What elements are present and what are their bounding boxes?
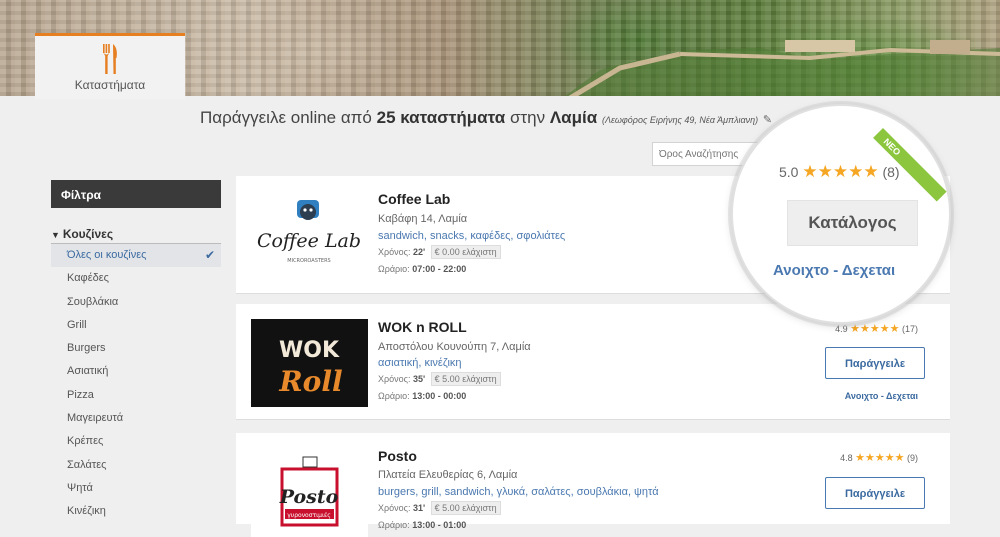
delivery-time: Χρόνος: 22' € 0.00 ελάχιστη — [378, 245, 501, 259]
store-name[interactable]: WOK n ROLL — [378, 319, 467, 335]
delivery-time: Χρόνος: 35' € 5.00 ελάχιστη — [378, 372, 501, 386]
logo-subtitle: MICROROASTERS — [287, 258, 330, 264]
rating-value: 4.8 — [840, 453, 853, 463]
store-count: 25 καταστήματα — [376, 108, 506, 127]
review-count: (8) — [882, 164, 900, 180]
star-rating-icon: ★★★★★ — [855, 452, 905, 464]
order-button[interactable]: Παράγγειλε — [825, 477, 925, 509]
delivery-address: (Λεωφόρος Ειρήνης 49, Νέα Άμπλιανη) — [601, 115, 759, 125]
store-name[interactable]: Posto — [378, 448, 417, 464]
cuisines-title: Κουζίνες — [62, 227, 114, 241]
edit-address-pencil-icon[interactable]: ✎ — [763, 114, 772, 126]
cuisine-item-grilled[interactable]: Ψητά — [51, 477, 221, 500]
cuisine-item-souvlaki[interactable]: Σουβλάκια — [51, 291, 221, 314]
rating-value: 4.9 — [835, 324, 848, 334]
coffee-lab-logo[interactable]: Coffee Lab MICROROASTERS — [251, 190, 368, 280]
logo-subtitle: γυρονοστιμιές — [287, 512, 331, 519]
page-headline: Παράγγειλε online από 25 καταστήματα στη… — [200, 108, 772, 128]
logo-word-1: WOK — [279, 338, 340, 363]
cuisines-header[interactable]: ▼ Κουζίνες — [51, 227, 221, 244]
logo-word-1: Coffee — [257, 230, 319, 252]
magnifier-callout: NEO 5.0 ★★★★★ (8) Κατάλογος Ανοιχτο - Δε… — [733, 106, 949, 322]
svg-text:Coffee Lab: Coffee Lab — [257, 230, 361, 252]
logo-word-2: Lab — [324, 230, 361, 252]
cuisine-item-label: Όλες οι κουζίνες — [67, 249, 147, 261]
store-rating: 5.0 ★★★★★ (8) — [779, 162, 900, 182]
store-name[interactable]: Coffee Lab — [378, 191, 450, 207]
cuisine-item-asian[interactable]: Ασιατική — [51, 360, 221, 383]
cuisine-item-pizza[interactable]: Pizza — [51, 384, 221, 407]
time-label: Χρόνος: — [378, 503, 411, 513]
logo-word-1: Posto — [279, 486, 339, 508]
opening-hours: Ωράριο: 07:00 - 22:00 — [378, 264, 466, 274]
filters-header: Φίλτρα — [51, 180, 221, 208]
store-tags: burgers, grill, sandwich, γλυκά, σαλάτες… — [378, 486, 659, 498]
logo-word-2: Roll — [278, 365, 342, 398]
cuisine-item-coffee[interactable]: Καφέδες — [51, 267, 221, 290]
min-order-badge: € 0.00 ελάχιστη — [430, 245, 501, 259]
cuisine-item-all[interactable]: Όλες οι κουζίνες ✔ — [51, 244, 221, 268]
opening-hours: Ωράριο: 13:00 - 01:00 — [378, 520, 466, 530]
open-status: Ανοιχτο - Δεχεται — [844, 391, 918, 401]
time-label: Χρόνος: — [378, 247, 411, 257]
cuisine-item-chinese[interactable]: Κινέζικη — [51, 500, 221, 523]
cuisine-item-salads[interactable]: Σαλάτες — [51, 454, 221, 477]
time-label: Χρόνος: — [378, 374, 411, 384]
cuisine-item-crepes[interactable]: Κρέπες — [51, 430, 221, 453]
cuisine-filter-list: Όλες οι κουζίνες ✔ Καφέδες Σουβλάκια Gri… — [51, 244, 221, 524]
opening-hours: Ωράριο: 13:00 - 00:00 — [378, 391, 466, 401]
store-address: Καβάφη 14, Λαμία — [378, 213, 468, 225]
time-value: 31' — [413, 503, 426, 513]
checkmark-icon: ✔ — [204, 248, 215, 262]
time-value: 35' — [413, 374, 426, 384]
castle-wall-illustration — [565, 40, 1000, 96]
store-address: Αποστόλου Κουνούπη 7, Λαμία — [378, 341, 531, 353]
hours-label: Ωράριο: — [378, 391, 410, 401]
store-rating: 4.8 ★★★★★ (9) — [840, 451, 918, 464]
review-count: (9) — [907, 453, 918, 463]
tab-stores[interactable]: Καταστήματα — [35, 33, 185, 99]
store-rating: 4.9 ★★★★★ (17) — [835, 322, 918, 335]
open-status: Ανοιχτο - Δεχεται — [773, 262, 896, 279]
delivery-time: Χρόνος: 31' € 5.00 ελάχιστη — [378, 501, 501, 515]
hours-value: 13:00 - 01:00 — [412, 520, 467, 530]
cuisine-item-mageirefta[interactable]: Μαγειρευτά — [51, 407, 221, 430]
hours-value: 13:00 - 00:00 — [412, 391, 467, 401]
collapse-triangle-icon: ▼ — [51, 230, 60, 240]
headline-prefix: Παράγγειλε online από — [200, 108, 372, 127]
review-count: (17) — [901, 324, 918, 334]
order-button[interactable]: Παράγγειλε — [825, 347, 925, 379]
tab-stores-label: Καταστήματα — [74, 78, 146, 92]
fork-knife-icon — [103, 44, 117, 74]
cuisine-item-grill[interactable]: Grill — [51, 314, 221, 337]
store-address: Πλατεία Ελευθερίας 6, Λαμία — [378, 469, 518, 481]
star-rating-icon: ★★★★★ — [802, 162, 879, 181]
wok-n-roll-logo[interactable]: WOK Roll — [251, 318, 368, 408]
star-rating-icon: ★★★★★ — [850, 323, 900, 335]
min-order-badge: € 5.00 ελάχιστη — [430, 372, 501, 386]
cuisine-item-burgers[interactable]: Burgers — [51, 337, 221, 360]
min-order-badge: € 5.00 ελάχιστη — [430, 501, 501, 515]
store-tags: ασιατική, κινέζικη — [378, 357, 462, 369]
hours-label: Ωράριο: — [378, 520, 410, 530]
rating-value: 5.0 — [779, 164, 799, 180]
catalog-button[interactable]: Κατάλογος — [787, 200, 918, 246]
store-card-posto: Posto γυρονοστιμιές Posto Πλατεία Ελευθε… — [236, 433, 950, 537]
hours-value: 07:00 - 22:00 — [412, 264, 467, 274]
hours-label: Ωράριο: — [378, 264, 410, 274]
store-tags: sandwich, snacks, καφέδες, σφολιάτες — [378, 230, 566, 242]
headline-middle: στην — [509, 108, 546, 127]
city-name: Λαμία — [549, 108, 598, 127]
time-value: 22' — [413, 247, 426, 257]
